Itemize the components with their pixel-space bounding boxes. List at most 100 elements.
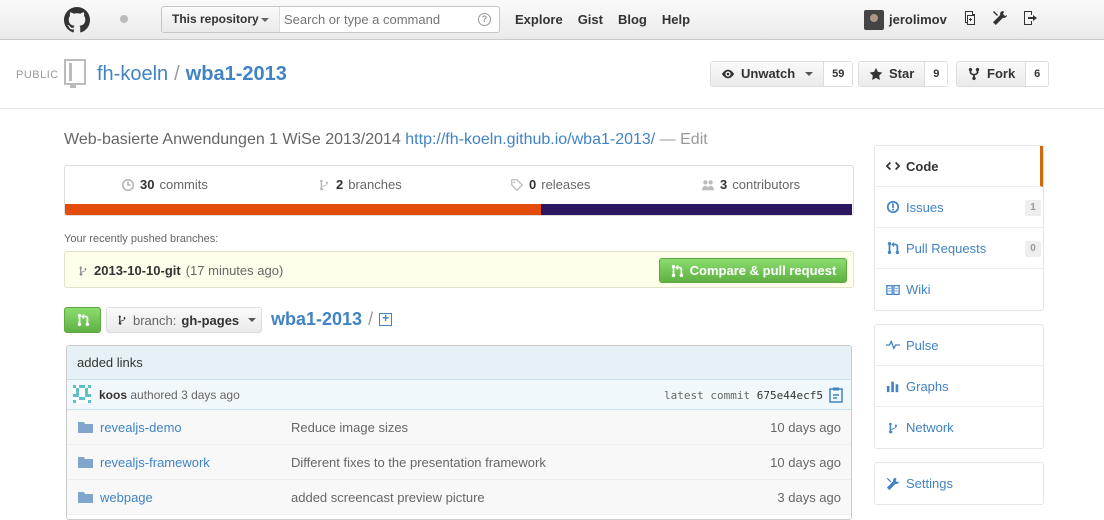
branch-icon bbox=[320, 179, 328, 190]
star-icon bbox=[869, 67, 883, 80]
sidebar-item-pull-requests[interactable]: Pull Requests 0 bbox=[875, 228, 1043, 269]
repo-sidebar: Code Issues 1 Pull Requests 0 Wiki Pulse… bbox=[874, 145, 1044, 518]
branch-icon bbox=[79, 265, 87, 276]
language-segment-1[interactable] bbox=[65, 204, 541, 215]
contributors-count: 3 bbox=[720, 177, 728, 192]
pull-request-icon bbox=[887, 241, 900, 255]
releases-label: releases bbox=[541, 177, 591, 192]
sidebar-item-label: Issues bbox=[906, 199, 944, 215]
file-name-link[interactable]: revealjs-framework bbox=[100, 455, 210, 470]
search-input[interactable] bbox=[284, 9, 474, 30]
breadcrumb-repo-link[interactable]: wba1-2013 bbox=[271, 309, 362, 330]
sidebar-item-graphs[interactable]: Graphs bbox=[875, 366, 1043, 407]
commit-author: koos authored 3 days ago bbox=[99, 388, 240, 402]
fork-button[interactable]: Fork bbox=[957, 62, 1027, 86]
author-avatar[interactable] bbox=[73, 385, 91, 403]
language-bar[interactable] bbox=[65, 204, 853, 215]
compare-icon bbox=[671, 264, 683, 277]
github-logo-icon[interactable] bbox=[64, 7, 90, 33]
sidebar-item-wiki[interactable]: Wiki bbox=[875, 269, 1043, 310]
scope-selector[interactable]: This repository bbox=[162, 7, 280, 32]
sidebar-item-label: Pulse bbox=[906, 337, 939, 353]
folder-icon bbox=[78, 492, 93, 503]
file-commit-message[interactable]: Different fixes to the presentation fram… bbox=[291, 455, 546, 470]
fork-count[interactable]: 6 bbox=[1026, 62, 1049, 86]
watch-count[interactable]: 59 bbox=[824, 62, 853, 86]
compare-button[interactable] bbox=[64, 307, 101, 333]
latest-commit-label: latest commit bbox=[664, 389, 751, 402]
author-name[interactable]: koos bbox=[99, 388, 127, 402]
contributors-link[interactable]: 3 contributors bbox=[701, 177, 800, 192]
edit-description-link[interactable]: — Edit bbox=[660, 131, 708, 148]
sidebar-item-settings[interactable]: Settings bbox=[875, 463, 1043, 504]
compare-label: Compare & pull request bbox=[689, 263, 837, 278]
branches-link[interactable]: 2 branches bbox=[317, 177, 402, 192]
sign-out-icon[interactable] bbox=[1022, 10, 1040, 28]
history-icon bbox=[121, 178, 135, 191]
branch-selector[interactable]: branch: gh-pages bbox=[106, 307, 262, 333]
homepage-link[interactable]: http://fh-koeln.github.io/wba1-2013/ bbox=[405, 131, 655, 148]
file-name-link[interactable]: webpage bbox=[100, 490, 153, 505]
commit-sha[interactable]: 675e44ecf5 bbox=[757, 389, 823, 402]
chevron-down-icon bbox=[248, 318, 257, 322]
sidebar-item-label: Graphs bbox=[906, 378, 949, 394]
nav-explore[interactable]: Explore bbox=[515, 12, 563, 27]
star-button[interactable]: Star bbox=[859, 62, 926, 86]
repo-header: PUBLIC fh-koeln / wba1-2013 Unwatch 59 Sta… bbox=[0, 41, 1104, 109]
commits-link[interactable]: 30 commits bbox=[121, 177, 208, 192]
clipboard-icon[interactable] bbox=[829, 387, 843, 403]
sidebar-item-pulse[interactable]: Pulse bbox=[875, 325, 1043, 366]
recent-branch-time: (17 minutes ago) bbox=[185, 263, 284, 278]
nav-help[interactable]: Help bbox=[662, 12, 690, 27]
branches-label: branches bbox=[348, 177, 402, 192]
sidebar-item-code[interactable]: Code bbox=[875, 146, 1043, 187]
chevron-down-icon bbox=[261, 18, 269, 22]
issues-count-badge: 1 bbox=[1025, 200, 1041, 216]
username-link[interactable]: jerolimov bbox=[889, 12, 947, 27]
folder-icon bbox=[78, 457, 93, 468]
releases-count: 0 bbox=[529, 177, 537, 192]
file-browser: added links koos authored 3 days ago lat… bbox=[66, 345, 852, 520]
file-name-link[interactable]: revealjs-demo bbox=[100, 420, 182, 435]
sidebar-item-issues[interactable]: Issues 1 bbox=[875, 187, 1043, 228]
graph-icon bbox=[886, 381, 899, 393]
sidebar-item-label: Pull Requests bbox=[906, 240, 987, 256]
commit-meta: koos authored 3 days ago latest commit 6… bbox=[67, 380, 851, 410]
nav-blog[interactable]: Blog bbox=[618, 12, 647, 27]
notification-dot-icon[interactable] bbox=[120, 15, 128, 23]
unwatch-button[interactable]: Unwatch bbox=[711, 62, 825, 86]
new-repo-icon[interactable] bbox=[962, 10, 980, 28]
sidebar-item-label: Wiki bbox=[906, 282, 931, 297]
authored-time: authored 3 days ago bbox=[130, 388, 240, 402]
code-icon bbox=[886, 161, 900, 171]
file-row: revealjs-framework Different fixes to th… bbox=[67, 445, 851, 480]
repo-icon bbox=[64, 59, 86, 88]
description-text: Web-basierte Anwendungen 1 WiSe 2013/201… bbox=[64, 131, 401, 148]
nav-gist[interactable]: Gist bbox=[578, 12, 603, 27]
avatar[interactable] bbox=[864, 10, 884, 30]
help-icon[interactable]: ? bbox=[478, 13, 491, 26]
compare-pull-request-button[interactable]: Compare & pull request bbox=[659, 258, 847, 283]
file-commit-message[interactable]: Reduce image sizes bbox=[291, 420, 408, 435]
file-age: 3 days ago bbox=[777, 490, 841, 505]
star-count[interactable]: 9 bbox=[925, 62, 948, 86]
repo-title: fh-koeln / wba1-2013 bbox=[97, 63, 287, 86]
numbers-summary: 30 commits 2 branches 0 releases 3 contr… bbox=[64, 165, 854, 216]
book-icon bbox=[886, 284, 900, 295]
repo-owner-link[interactable]: fh-koeln bbox=[97, 63, 168, 85]
eye-icon bbox=[721, 69, 735, 79]
folder-icon bbox=[78, 422, 93, 433]
people-icon bbox=[701, 179, 715, 190]
recent-branch-name[interactable]: 2013-10-10-git bbox=[94, 263, 181, 278]
sidebar-item-label: Network bbox=[906, 420, 954, 435]
repo-name-link[interactable]: wba1-2013 bbox=[186, 63, 287, 85]
unwatch-label: Unwatch bbox=[741, 66, 796, 81]
file-commit-message[interactable]: added screencast preview picture bbox=[291, 490, 485, 505]
file-row: revealjs-demo Reduce image sizes 10 days… bbox=[67, 410, 851, 445]
releases-link[interactable]: 0 releases bbox=[510, 177, 590, 192]
new-file-icon[interactable] bbox=[379, 311, 393, 326]
commit-message[interactable]: added links bbox=[67, 346, 851, 380]
sidebar-item-network[interactable]: Network bbox=[875, 407, 1043, 448]
language-segment-2[interactable] bbox=[541, 204, 852, 215]
settings-tools-icon[interactable] bbox=[992, 10, 1010, 28]
